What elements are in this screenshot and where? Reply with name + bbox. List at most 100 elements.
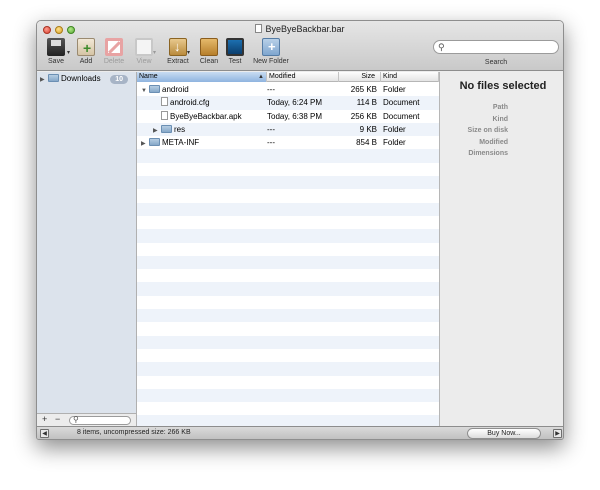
- column-header-label: Size: [361, 73, 375, 80]
- column-header-modified[interactable]: Modified: [267, 72, 339, 82]
- sort-ascending-icon: ▲: [258, 74, 264, 80]
- test-button[interactable]: Test: [219, 38, 251, 65]
- sidebar-footer: + − ⚲: [37, 413, 137, 426]
- search-icon: ⚲: [438, 42, 445, 52]
- search-input[interactable]: ⚲: [433, 40, 559, 54]
- document-icon: [161, 97, 168, 107]
- table-row: [137, 243, 439, 256]
- file-name: android.cfg: [170, 98, 210, 108]
- info-label-dimensions: Dimensions: [468, 150, 508, 157]
- table-row: [137, 296, 439, 309]
- table-row: [137, 388, 439, 403]
- file-name: res: [174, 124, 186, 134]
- size-cell: 854 B: [356, 138, 377, 148]
- name-cell: ByeByeBackbar.apk: [153, 110, 265, 123]
- column-header-kind[interactable]: Kind: [381, 72, 439, 82]
- table-row: [137, 269, 439, 282]
- table-row: [137, 189, 439, 202]
- window-title-text: ByeByeBackbar.bar: [265, 24, 345, 34]
- sidebar-filter-input[interactable]: ⚲: [69, 415, 131, 425]
- table-row: [137, 202, 439, 216]
- status-text: 8 items, uncompressed size: 266 KB: [77, 429, 191, 436]
- status-bar: ◀ 8 items, uncompressed size: 266 KB Buy…: [37, 426, 563, 439]
- file-list: Name ▲ Modified Size Kind ▼ android --- 265…: [137, 72, 439, 426]
- remove-location-button[interactable]: −: [55, 414, 60, 424]
- document-icon: [255, 24, 263, 33]
- table-row: [137, 282, 439, 296]
- table-row[interactable]: ▼ android --- 265 KB Folder: [137, 83, 439, 96]
- file-rows: ▼ android --- 265 KB Folder android.cfg Today,…: [137, 83, 439, 426]
- table-row[interactable]: ▶ res --- 9 KB Folder: [137, 122, 439, 137]
- folder-icon: [161, 124, 172, 133]
- info-label-modified: Modified: [479, 138, 508, 146]
- table-row[interactable]: android.cfg Today, 6:24 PM 114 B Document: [137, 96, 439, 110]
- view-dropdown-arrow-icon[interactable]: ▾: [153, 49, 156, 56]
- extract-dropdown-arrow-icon[interactable]: ▾: [187, 49, 190, 56]
- kind-cell: Document: [383, 98, 420, 108]
- clean-icon: [200, 38, 218, 56]
- kind-cell: Document: [383, 111, 420, 121]
- kind-cell: Folder: [383, 85, 406, 94]
- sidebar: ▶ Downloads 10: [37, 72, 137, 413]
- column-header-label: Modified: [269, 73, 296, 80]
- table-row: [137, 362, 439, 376]
- test-label: Test: [228, 58, 242, 65]
- test-icon: [226, 38, 244, 56]
- file-name: ByeByeBackbar.apk: [170, 111, 242, 121]
- modified-cell: ---: [267, 138, 275, 148]
- info-labels: Path Kind Size on disk Modified Dimensio…: [440, 102, 508, 160]
- view-icon: [135, 38, 153, 56]
- buy-now-button[interactable]: Buy Now...: [467, 428, 541, 439]
- new-folder-button[interactable]: New Folder: [251, 38, 291, 65]
- delete-button[interactable]: Delete: [98, 38, 130, 65]
- table-row: [137, 309, 439, 323]
- table-row: [137, 216, 439, 229]
- column-header-size[interactable]: Size: [339, 72, 381, 82]
- size-cell: 9 KB: [359, 124, 377, 134]
- folder-icon: [48, 74, 59, 82]
- modified-cell: Today, 6:24 PM: [267, 98, 322, 108]
- table-row: [137, 335, 439, 349]
- table-row[interactable]: ▶ META-INF --- 854 B Folder: [137, 136, 439, 149]
- table-row: [137, 402, 439, 415]
- toggle-sidebar-button[interactable]: ◀: [40, 429, 49, 438]
- toggle-info-panel-button[interactable]: ▶: [553, 429, 562, 438]
- sidebar-item-label: Downloads: [61, 74, 101, 83]
- table-row: [137, 415, 439, 426]
- save-label: Save: [48, 58, 64, 65]
- table-row: [137, 176, 439, 190]
- table-row: [137, 255, 439, 270]
- info-panel: No files selected Path Kind Size on disk…: [439, 72, 563, 426]
- view-label: View: [136, 58, 152, 65]
- disclosure-triangle-icon[interactable]: ▶: [40, 76, 48, 83]
- kind-cell: Folder: [383, 124, 406, 134]
- new-folder-icon: [262, 38, 280, 56]
- info-label-kind: Kind: [492, 115, 508, 123]
- file-name: META-INF: [162, 138, 200, 148]
- column-header-label: Kind: [383, 73, 398, 80]
- column-header-name[interactable]: Name ▲: [137, 72, 267, 82]
- modified-cell: ---: [267, 85, 275, 94]
- file-name: android: [162, 85, 189, 94]
- table-row: [137, 376, 439, 389]
- table-row: [137, 349, 439, 362]
- info-label-path: Path: [492, 104, 508, 111]
- add-location-button[interactable]: +: [42, 414, 47, 424]
- size-cell: 114 B: [356, 98, 377, 108]
- info-label-size-on-disk: Size on disk: [467, 127, 508, 134]
- table-row: [137, 149, 439, 163]
- delete-label: Delete: [103, 58, 125, 65]
- toolbar: ByeByeBackbar.bar Save ▾ Add Delete View…: [37, 21, 563, 71]
- app-window: ByeByeBackbar.bar Save ▾ Add Delete View…: [36, 20, 564, 440]
- table-row: [137, 163, 439, 176]
- sidebar-item-downloads[interactable]: ▶ Downloads 10: [40, 74, 134, 86]
- table-row[interactable]: ByeByeBackbar.apk Today, 6:38 PM 256 KB Doc…: [137, 110, 439, 123]
- modified-cell: Today, 6:38 PM: [267, 111, 322, 121]
- column-header-bar: Name ▲ Modified Size Kind: [137, 72, 439, 82]
- modified-cell: ---: [267, 124, 275, 134]
- name-cell: android.cfg: [153, 96, 265, 109]
- document-icon: [161, 110, 168, 120]
- extract-label: Extract: [167, 58, 189, 65]
- column-header-label: Name: [139, 73, 158, 80]
- info-panel-title: No files selected: [459, 80, 547, 92]
